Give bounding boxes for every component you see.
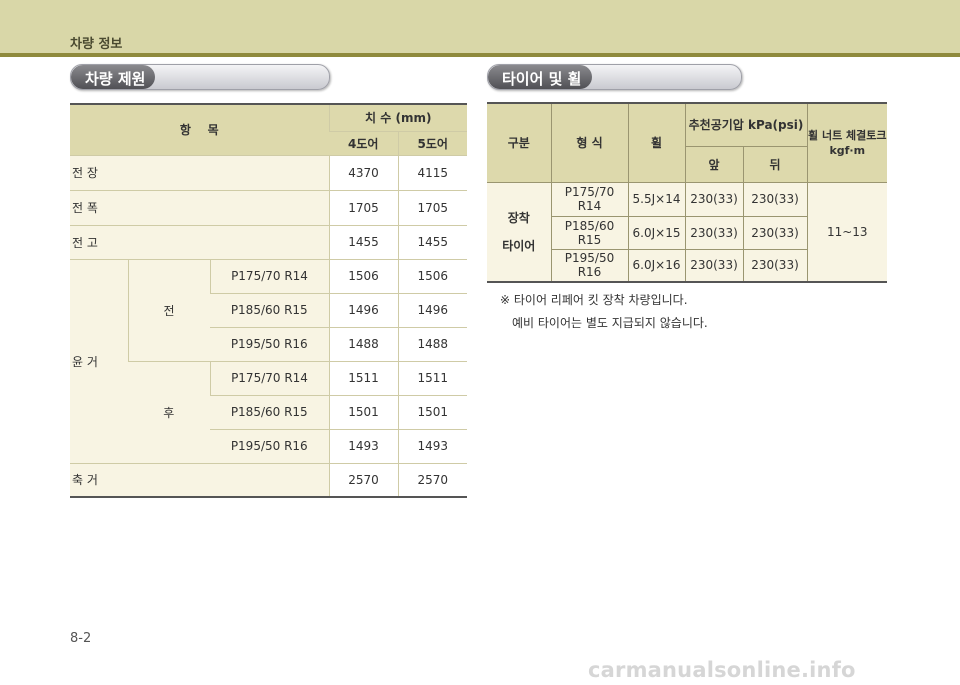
row-label: 전 고 <box>70 224 329 259</box>
pressure-rear: 230(33) <box>742 248 807 283</box>
header-dimension: 치 수 (mm) <box>328 103 467 131</box>
header-type: 형 식 <box>550 102 629 183</box>
vehicle-specs-table: 항 목 치 수 (mm) 4도어 5도어 전 장 4370 4115 전 폭 1… <box>70 103 467 498</box>
header-torque-line2: kgf·m <box>829 143 866 157</box>
row-value: 1488 <box>397 326 467 361</box>
row-value: 1496 <box>328 292 398 327</box>
vehicle-specs-title-bar: 차량 제원 <box>70 64 330 90</box>
row-label: 전 폭 <box>70 189 329 225</box>
row-value: 1705 <box>328 189 398 225</box>
front-label: 전 <box>127 258 210 361</box>
header-4door: 4도어 <box>329 130 398 155</box>
row-value: 1488 <box>328 326 398 361</box>
row-value: 1496 <box>397 292 467 327</box>
vehicle-specs-title: 차량 제원 <box>85 70 146 88</box>
pressure-front: 230(33) <box>684 181 744 217</box>
page-number: 8-2 <box>70 631 92 646</box>
header-5door: 5도어 <box>397 130 467 155</box>
header-category: 구분 <box>487 102 552 183</box>
tire-size: P185/60 R15 <box>210 394 329 429</box>
tire-wheel-title: 타이어 및 휠 <box>502 70 582 88</box>
note-line-1: ※ 타이어 리페어 킷 장착 차량입니다. <box>500 293 688 307</box>
category-cell: 장착 타이어 <box>487 181 552 283</box>
wheel-size: 5.5J×14 <box>627 181 686 217</box>
row-value: 1506 <box>397 258 467 293</box>
top-banner-rule <box>0 53 960 57</box>
header-front: 앞 <box>685 145 744 183</box>
row-value: 1455 <box>328 224 398 259</box>
tire-wheel-title-bar: 타이어 및 휠 <box>487 64 742 90</box>
wheel-size: 6.0J×15 <box>627 215 686 250</box>
header-wheel: 휠 <box>627 102 686 183</box>
row-value: 2570 <box>328 462 398 497</box>
row-value: 1506 <box>328 258 398 293</box>
tread-label: 윤 거 <box>70 258 128 463</box>
wheel-size: 6.0J×16 <box>627 248 686 283</box>
tire-size: P175/70 R14 <box>209 258 329 293</box>
pressure-rear: 230(33) <box>742 181 808 217</box>
row-value: 1501 <box>328 394 398 429</box>
tire-type: P175/70 R14 <box>550 181 629 217</box>
section-label: 차량 정보 <box>70 37 123 52</box>
row-value: 4115 <box>397 154 467 190</box>
tire-size: P175/70 R14 <box>209 360 329 395</box>
top-banner <box>0 0 960 53</box>
pressure-rear: 230(33) <box>742 215 807 250</box>
header-torque: 휠 너트 체결토크 kgf·m <box>806 102 887 183</box>
row-value: 1455 <box>397 224 467 259</box>
row-label: 전 장 <box>70 154 329 190</box>
header-torque-line1: 휠 너트 체결토크 <box>808 128 887 142</box>
row-value: 1501 <box>397 394 467 429</box>
note-line-2: 예비 타이어는 별도 지급되지 않습니다. <box>512 316 708 330</box>
rear-label: 후 <box>128 360 210 463</box>
row-value: 4370 <box>328 154 398 190</box>
row-value: 1493 <box>328 428 398 463</box>
tire-type: P195/50 R16 <box>551 248 629 283</box>
row-value: 1493 <box>397 428 467 463</box>
header-rear: 뒤 <box>742 145 807 183</box>
watermark: carmanualsonline.info <box>588 658 856 682</box>
pressure-front: 230(33) <box>684 215 744 250</box>
row-value: 1705 <box>397 189 467 225</box>
category-line2: 타이어 <box>502 238 536 253</box>
tire-wheel-table: 구분 형 식 휠 추천공기압 kPa(psi) 휠 너트 체결토크 kgf·m … <box>487 102 887 283</box>
pressure-front: 230(33) <box>684 248 744 283</box>
tire-type: P185/60 R15 <box>551 215 629 250</box>
row-value: 2570 <box>397 462 467 497</box>
category-line1: 장착 <box>507 210 530 225</box>
row-value: 1511 <box>397 360 467 395</box>
torque-value: 11~13 <box>806 181 887 283</box>
wheelbase-label: 축 거 <box>70 462 329 497</box>
row-value: 1511 <box>328 360 398 395</box>
header-pressure: 추천공기압 kPa(psi) <box>684 102 808 147</box>
header-item: 항 목 <box>70 103 329 155</box>
tire-size: P195/50 R16 <box>210 326 329 361</box>
tire-size: P185/60 R15 <box>210 292 329 327</box>
tire-size: P195/50 R16 <box>210 428 329 463</box>
